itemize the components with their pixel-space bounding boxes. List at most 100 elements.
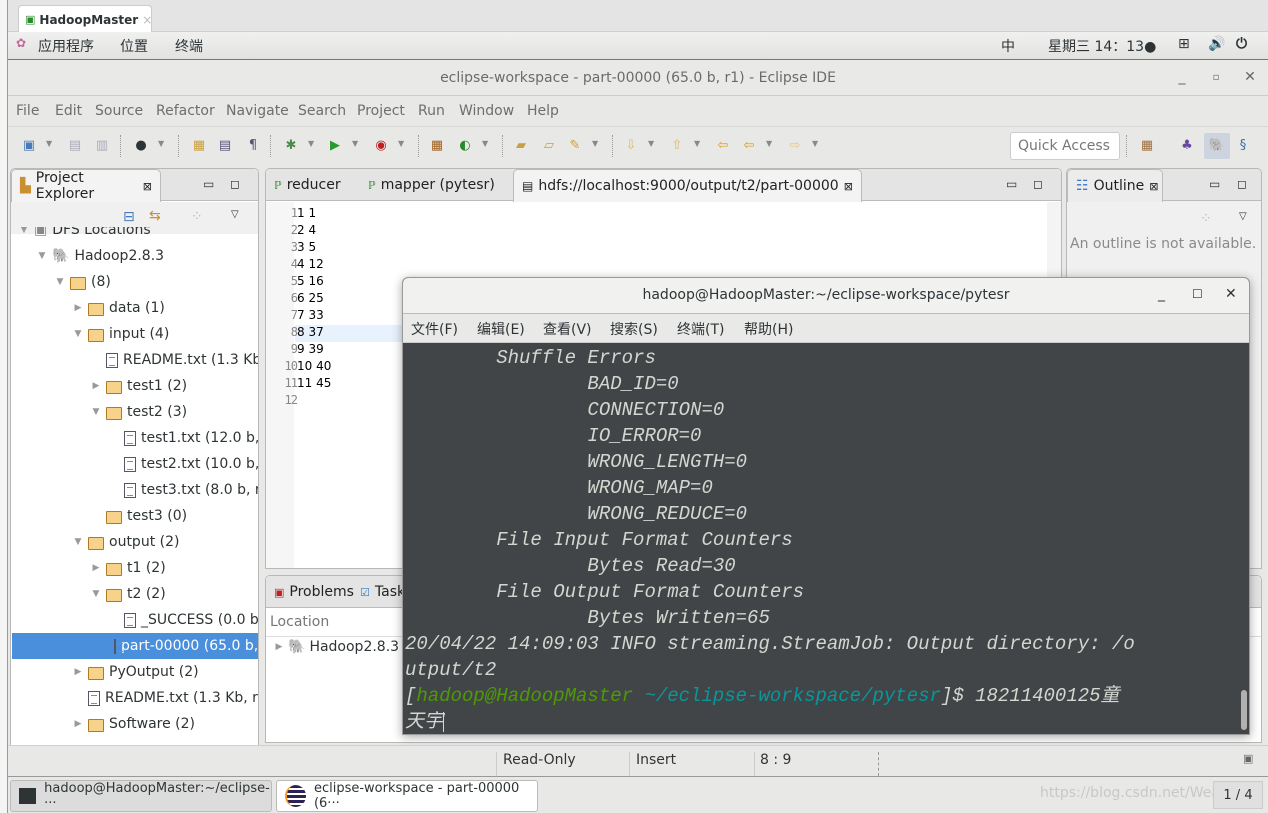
quick-access-input[interactable]: Quick Access bbox=[1010, 132, 1120, 160]
tree-item[interactable]: ▼ test2 (3) bbox=[91, 399, 187, 425]
menu-run[interactable]: Run bbox=[418, 103, 445, 119]
tree-item[interactable]: ▼ t2 (2) bbox=[91, 581, 166, 607]
collapse-all-icon[interactable]: ⊟ bbox=[123, 209, 135, 225]
expanded-icon[interactable]: ▼ bbox=[73, 529, 83, 555]
places-menu[interactable]: 位置 bbox=[120, 36, 148, 56]
python-perspective-icon[interactable]: § bbox=[1234, 137, 1252, 155]
chevron-down-icon[interactable]: ▼ bbox=[46, 139, 52, 148]
vm-tab[interactable]: ▣ HadoopMaster × bbox=[18, 5, 152, 33]
minimize-view-button[interactable]: ▭ bbox=[1209, 177, 1220, 191]
chevron-down-icon[interactable]: ▼ bbox=[158, 139, 164, 148]
menu-help[interactable]: Help bbox=[527, 103, 559, 119]
terminal-menu[interactable]: 终端 bbox=[175, 36, 203, 56]
chevron-down-icon[interactable]: ▼ bbox=[308, 139, 314, 148]
tab-reducer[interactable]: ℙ reducer bbox=[266, 169, 349, 201]
java-perspective-icon[interactable]: ♣ bbox=[1178, 137, 1196, 155]
mapreduce-perspective-icon[interactable]: 🐘 bbox=[1204, 133, 1230, 159]
forward-icon[interactable]: ⇨ bbox=[786, 137, 804, 155]
clock[interactable]: 星期三 14：13● bbox=[1048, 36, 1156, 56]
open-type-icon[interactable]: ▦ bbox=[190, 137, 208, 155]
terminal-menu-search[interactable]: 搜索(S) bbox=[610, 319, 658, 339]
column-location[interactable]: Location bbox=[270, 614, 329, 630]
tree-item[interactable]: ▶ Software (2) bbox=[73, 711, 195, 737]
network-icon[interactable]: ⊞ bbox=[1178, 36, 1190, 52]
volume-icon[interactable]: 🔊 bbox=[1208, 36, 1225, 52]
tree-item[interactable]: ▶ t1 (2) bbox=[91, 555, 166, 581]
save-icon[interactable]: ▤ bbox=[66, 137, 84, 155]
last-edit-icon[interactable]: ⇦ bbox=[714, 137, 732, 155]
tab-project-explorer[interactable]: ▙ Project Explorer ⊠ bbox=[11, 169, 161, 202]
open-task-icon[interactable]: ▤ bbox=[216, 137, 234, 155]
view-menu-icon[interactable]: ▽ bbox=[231, 209, 239, 220]
tree-item[interactable]: ▶ PyOutput (2) bbox=[73, 659, 199, 685]
tree-item[interactable]: ▼ ▣ DFS Locations bbox=[19, 227, 151, 243]
terminal-scrollbar[interactable] bbox=[1239, 343, 1249, 734]
paragraph-icon[interactable]: ¶ bbox=[244, 137, 262, 155]
table-row[interactable]: ▶ 🐘 Hadoop2.8.3 bbox=[274, 639, 400, 655]
menu-refactor[interactable]: Refactor bbox=[156, 103, 215, 119]
menu-search[interactable]: Search bbox=[298, 103, 346, 119]
power-icon[interactable]: ⏻ bbox=[1236, 36, 1247, 52]
collapsed-icon[interactable]: ▶ bbox=[73, 659, 83, 685]
close-icon[interactable]: × bbox=[142, 13, 152, 27]
expanded-icon[interactable]: ▼ bbox=[91, 399, 101, 425]
maximize-button[interactable]: ▫ bbox=[1207, 72, 1225, 83]
close-icon[interactable]: ⊠ bbox=[143, 180, 152, 193]
save-all-icon[interactable]: ▥ bbox=[93, 137, 111, 155]
tree-item[interactable]: ▼ (8) bbox=[55, 269, 111, 295]
tab-problems[interactable]: ▣ Problems bbox=[266, 576, 362, 608]
tree-item[interactable]: ▼ input (4) bbox=[73, 321, 169, 347]
open-perspective-icon[interactable]: ▦ bbox=[1138, 137, 1156, 155]
new-class-icon[interactable]: ◐ bbox=[456, 137, 474, 155]
filters-icon[interactable]: ⁘ bbox=[1200, 211, 1212, 227]
close-button[interactable]: ✕ bbox=[1241, 69, 1259, 85]
tree-item[interactable]: ▶ data (1) bbox=[73, 295, 165, 321]
view-menu-icon[interactable]: ▽ bbox=[1239, 211, 1247, 222]
scrollbar-thumb[interactable] bbox=[1241, 690, 1247, 730]
prev-annotation-icon[interactable]: ⇧ bbox=[668, 137, 686, 155]
expanded-icon[interactable]: ▼ bbox=[73, 321, 83, 347]
tree-item[interactable]: _SUCCESS (0.0 b, r1) bbox=[109, 607, 258, 633]
tab-outline[interactable]: ☷ Outline ⊠ bbox=[1067, 169, 1163, 202]
new-java-package-icon[interactable]: ▦ bbox=[428, 137, 446, 155]
expanded-icon[interactable]: ▼ bbox=[19, 227, 29, 243]
menu-file[interactable]: File bbox=[16, 103, 39, 119]
maximize-view-button[interactable]: ◻ bbox=[1033, 177, 1043, 191]
tree-item[interactable]: ▼ output (2) bbox=[73, 529, 179, 555]
tree-item[interactable]: README.txt (1.3 Kb, r1) bbox=[91, 347, 258, 373]
expanded-icon[interactable]: ▼ bbox=[37, 243, 47, 269]
chevron-down-icon[interactable]: ▼ bbox=[398, 139, 404, 148]
input-method-indicator[interactable]: 中 bbox=[1001, 36, 1015, 56]
minimize-view-button[interactable]: ▭ bbox=[1006, 177, 1017, 191]
tree-item[interactable]: test3.txt (8.0 b, r1) bbox=[109, 477, 258, 503]
terminal-output[interactable]: Shuffle Errors BAD_ID=0 CONNECTION=0 IO_… bbox=[403, 343, 1239, 734]
taskbar-item-terminal[interactable]: hadoop@HadoopMaster:~/eclipse-··· bbox=[10, 780, 272, 812]
terminal-input-line[interactable]: 天宇 bbox=[405, 709, 445, 734]
terminal-menu-help[interactable]: 帮助(H) bbox=[744, 319, 793, 339]
menu-source[interactable]: Source bbox=[95, 103, 143, 119]
terminal-menu-file[interactable]: 文件(F) bbox=[411, 319, 458, 339]
debug-icon[interactable]: ✱ bbox=[282, 137, 300, 155]
open-project-icon[interactable]: ▰ bbox=[512, 137, 530, 155]
link-editor-icon[interactable]: ⇆ bbox=[149, 208, 161, 224]
collapsed-icon[interactable]: ▶ bbox=[91, 555, 101, 581]
notification-icon[interactable]: ▣ bbox=[1243, 752, 1253, 765]
chevron-down-icon[interactable]: ▼ bbox=[352, 139, 358, 148]
run-icon[interactable]: ▶ bbox=[326, 137, 344, 155]
apps-menu[interactable]: 应用程序 bbox=[38, 36, 94, 56]
filters-icon[interactable]: ⁘ bbox=[191, 209, 203, 225]
tree-item[interactable]: part-00000 (65.0 b, r1) bbox=[12, 633, 258, 659]
tree-item[interactable]: ▶ test1 (2) bbox=[91, 373, 187, 399]
tab-part-00000[interactable]: ▤ hdfs://localhost:9000/output/t2/part-0… bbox=[513, 169, 862, 202]
chevron-down-icon[interactable]: ▼ bbox=[812, 139, 818, 148]
new-icon[interactable]: ▣ bbox=[20, 137, 38, 155]
terminal-menu-edit[interactable]: 编辑(E) bbox=[477, 319, 525, 339]
chevron-down-icon[interactable]: ▼ bbox=[648, 139, 654, 148]
run-external-icon[interactable]: ◉ bbox=[372, 137, 390, 155]
terminal-menu-view[interactable]: 查看(V) bbox=[543, 319, 592, 339]
menu-window[interactable]: Window bbox=[459, 103, 514, 119]
minimize-button[interactable]: _ bbox=[1158, 286, 1165, 302]
tree-item[interactable]: README.txt (1.3 Kb, r1) bbox=[73, 685, 258, 711]
expand-icon[interactable]: ▶ bbox=[274, 642, 284, 652]
tree-item[interactable]: test2.txt (10.0 b, r1) bbox=[109, 451, 258, 477]
